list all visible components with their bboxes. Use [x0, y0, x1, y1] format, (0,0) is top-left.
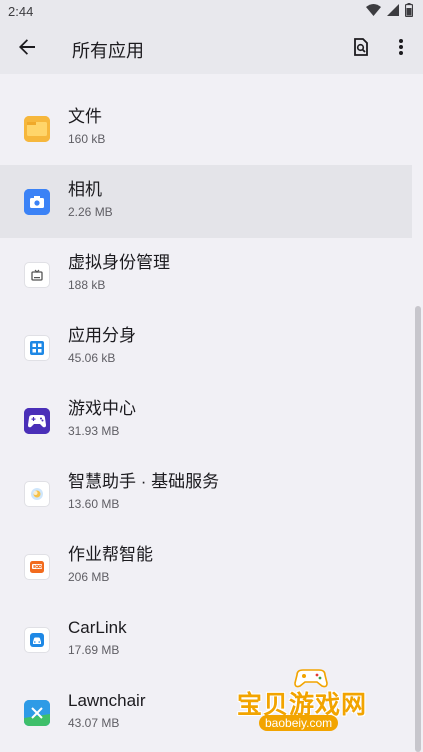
wifi-icon [366, 3, 381, 21]
apps-grid-icon [24, 334, 50, 361]
app-size: 31.93 MB [68, 424, 120, 438]
app-name: 文件 [68, 107, 102, 126]
app-name: CarLink [68, 618, 127, 637]
status-icons [366, 2, 414, 22]
app-name: 游戏中心 [68, 399, 136, 418]
app-row-camera[interactable]: 相机 2.26 MB [0, 165, 412, 238]
app-size: 13.60 MB [68, 497, 120, 511]
folder-icon [24, 115, 50, 142]
watermark-logo: 宝贝游戏网 baobeiy.com [235, 667, 387, 739]
search-button[interactable] [345, 33, 377, 65]
app-row-zuoyebang[interactable]: 作业帮智能 206 MB [0, 530, 412, 603]
app-name: 应用分身 [68, 326, 136, 345]
more-vert-icon [399, 38, 403, 60]
app-row-files[interactable]: 文件 160 kB [0, 92, 412, 165]
tv-icon [24, 261, 50, 288]
app-row-carlink[interactable]: CarLink 17.69 MB [0, 603, 412, 676]
status-bar: 2:44 [0, 0, 423, 24]
app-list[interactable]: 文件 160 kB 相机 2.26 MB 虚拟身份管理 188 kB 应用分身 … [0, 74, 423, 752]
app-size: 206 MB [68, 570, 110, 584]
app-name: Lawnchair [68, 691, 146, 710]
app-size: 2.26 MB [68, 205, 113, 219]
app-size: 160 kB [68, 132, 106, 146]
app-size: 45.06 kB [68, 351, 116, 365]
camera-icon [24, 188, 50, 215]
battery-icon [404, 2, 414, 22]
app-name: 相机 [68, 180, 102, 199]
gamepad-icon [24, 407, 50, 434]
signal-icon [387, 3, 399, 21]
car-icon [24, 626, 50, 653]
scrollbar[interactable] [415, 306, 421, 752]
app-size: 188 kB [68, 278, 106, 292]
app-name: 虚拟身份管理 [68, 253, 170, 272]
zuoyebang-icon [24, 553, 50, 580]
assistant-icon [24, 480, 50, 507]
lawnchair-icon [24, 699, 50, 726]
app-size: 43.07 MB [68, 716, 120, 730]
app-row-game-center[interactable]: 游戏中心 31.93 MB [0, 384, 412, 457]
app-row-virtual-identity[interactable]: 虚拟身份管理 188 kB [0, 238, 412, 311]
app-size: 17.69 MB [68, 643, 120, 657]
app-row-app-clone[interactable]: 应用分身 45.06 kB [0, 311, 412, 384]
status-time: 2:44 [8, 4, 34, 19]
page-title: 所有应用 [72, 41, 144, 61]
search-document-icon [353, 37, 369, 61]
app-name: 作业帮智能 [68, 545, 153, 564]
app-name: 智慧助手 · 基础服务 [68, 472, 220, 491]
arrow-back-icon [18, 38, 36, 61]
app-bar: 所有应用 [0, 24, 423, 74]
app-row-smart-assistant[interactable]: 智慧助手 · 基础服务 13.60 MB [0, 457, 412, 530]
more-options-button[interactable] [385, 33, 417, 65]
back-button[interactable] [10, 32, 44, 66]
watermark-url: baobeiy.com [259, 715, 339, 731]
